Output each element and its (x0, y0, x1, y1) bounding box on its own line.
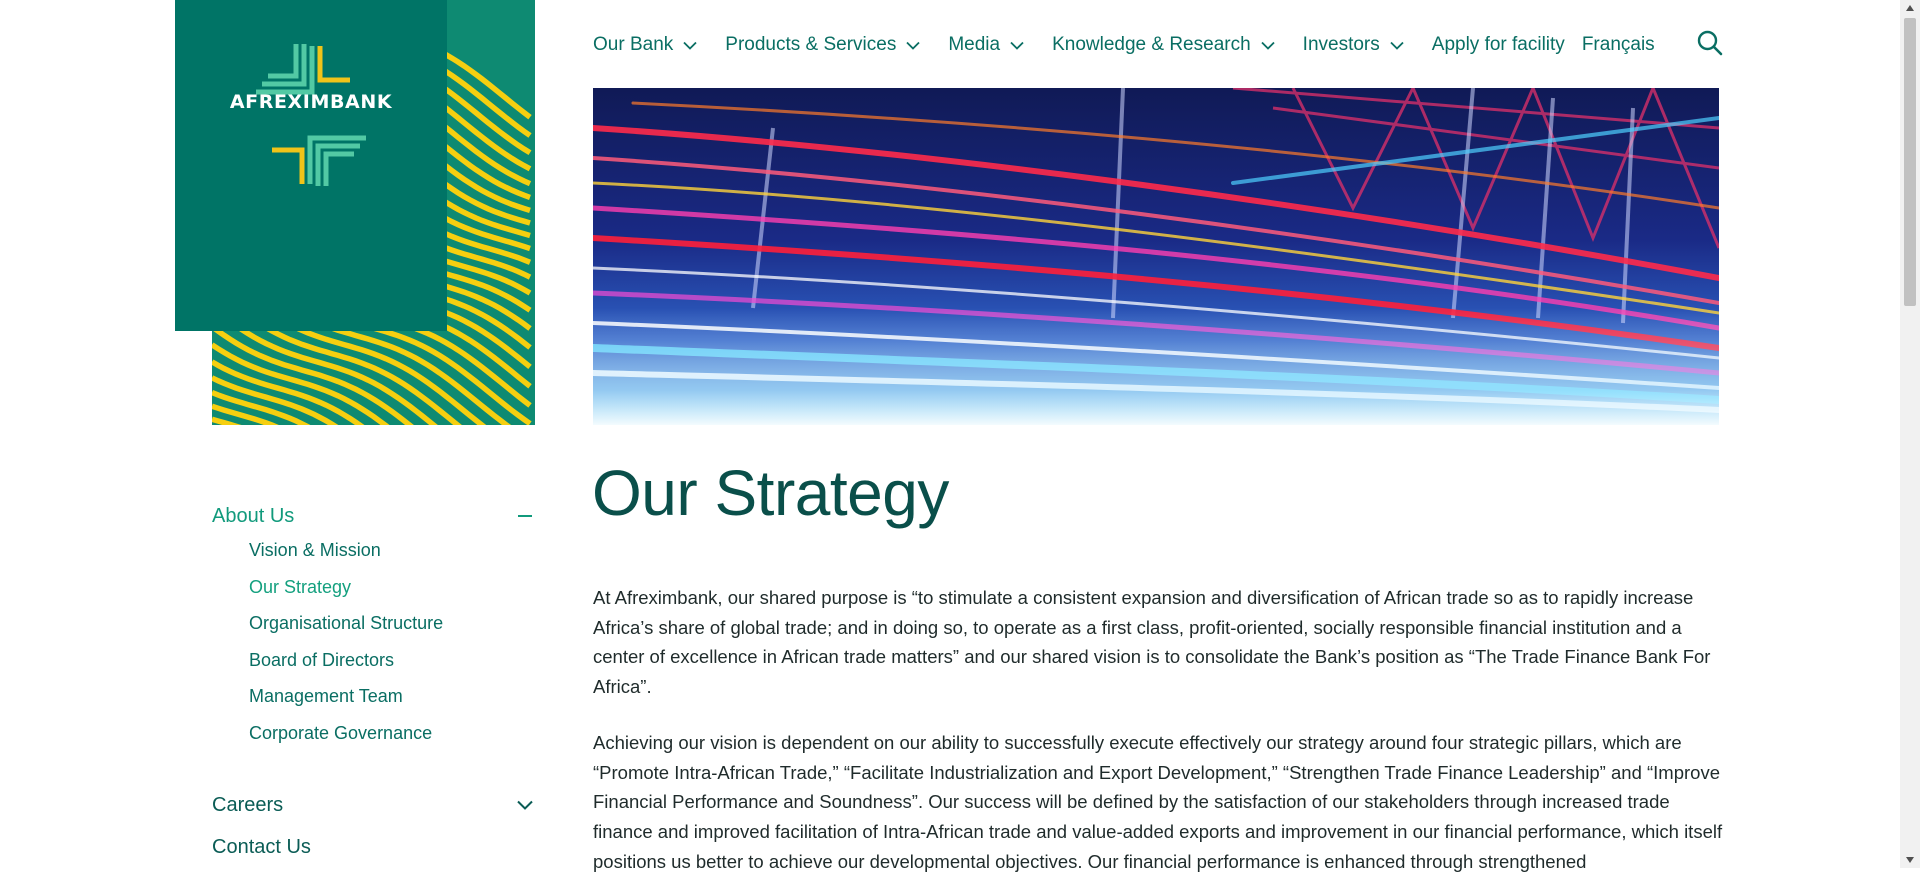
nav-label: Knowledge & Research (1052, 34, 1251, 55)
page-scrollbar[interactable] (1900, 0, 1920, 868)
strategy-paragraph-1: At Afreximbank, our shared purpose is “t… (593, 587, 1711, 698)
sidebar-group-label: About Us (212, 504, 295, 527)
nav-knowledge-research[interactable]: Knowledge & Research (1052, 34, 1275, 56)
sidebar-link-board-of-directors[interactable]: Board of Directors (249, 642, 535, 679)
sidebar-link-organisational-structure[interactable]: Organisational Structure (249, 605, 535, 642)
chevron-down-icon (517, 800, 533, 810)
nav-label: Products & Services (725, 34, 897, 55)
sidebar-group-contact-us[interactable]: Contact Us (212, 831, 535, 863)
sidebar-link-corporate-governance[interactable]: Corporate Governance (249, 715, 535, 752)
nav-our-bank[interactable]: Our Bank (593, 34, 697, 56)
hero-image (593, 88, 1719, 425)
nav-label: Français (1581, 34, 1655, 55)
chevron-down-icon (906, 41, 920, 50)
nav-label: Our Bank (593, 34, 674, 55)
chevron-down-icon (1261, 41, 1275, 50)
strategy-paragraph-2: Achieving our vision is dependent on our… (593, 732, 1723, 872)
nav-media[interactable]: Media (948, 34, 1024, 56)
nav-label: Media (948, 34, 1001, 55)
sidebar-group-careers[interactable]: Careers (212, 789, 535, 821)
nav-language-francais[interactable]: Français (1582, 34, 1655, 56)
collapse-minus-icon (518, 515, 532, 517)
sidebar-sublinks: Vision & Mission Our Strategy Organisati… (212, 532, 535, 751)
sidebar-link-vision-mission[interactable]: Vision & Mission (249, 532, 535, 569)
logo-link[interactable]: AFREXIMBANK (175, 0, 447, 331)
sidebar-group-about-us[interactable]: About Us (212, 500, 535, 532)
scroll-up-arrow-icon[interactable] (1905, 4, 1915, 12)
scroll-down-arrow-icon[interactable] (1905, 856, 1915, 864)
sidebar-group-label: Contact Us (212, 835, 311, 858)
sidebar-link-management-team[interactable]: Management Team (249, 678, 535, 715)
search-button[interactable] (1697, 30, 1723, 61)
sidebar-group-label: Careers (212, 793, 284, 816)
sidebar-link-our-strategy[interactable]: Our Strategy (249, 569, 535, 606)
nav-apply-for-facility[interactable]: Apply for facility (1432, 34, 1565, 56)
search-icon (1697, 30, 1723, 56)
nav-products-services[interactable]: Products & Services (725, 34, 920, 56)
nav-label: Apply for facility (1431, 34, 1565, 55)
afreximbank-logo-icon (256, 44, 366, 186)
main-navigation: Our Bank Products & Services Media Knowl… (593, 30, 1672, 60)
scrollbar-thumb[interactable] (1904, 18, 1916, 306)
chevron-down-icon (1390, 41, 1404, 50)
page-title: Our Strategy (592, 457, 949, 529)
section-sidebar: About Us Vision & Mission Our Strategy O… (212, 500, 535, 863)
brand-wordmark: AFREXIMBANK (229, 91, 393, 113)
chevron-down-icon (683, 41, 697, 50)
nav-investors[interactable]: Investors (1303, 34, 1404, 56)
nav-label: Investors (1302, 34, 1380, 55)
chevron-down-icon (1010, 41, 1024, 50)
